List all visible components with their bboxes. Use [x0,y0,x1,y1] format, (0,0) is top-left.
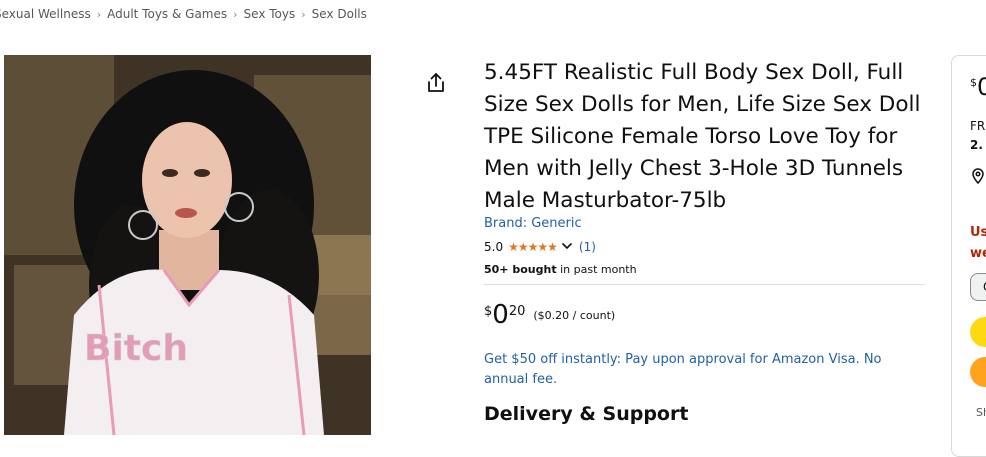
price-whole: 0 [492,300,509,330]
breadcrumb-sex-toys[interactable]: Sex Toys [244,7,296,21]
free-delivery-text: FR [970,119,986,133]
delivery-support-heading: Delivery & Support [484,403,689,425]
rating-value: 5.0 [484,240,504,254]
product-photo: Bitch [4,55,371,435]
usually-ships-line-1: Us [970,225,986,240]
buybox-price-whole: 0 [977,74,986,100]
buybox-price: $ 0 [970,74,986,100]
delivery-date-text: 2. [970,138,983,152]
product-title: 5.45FT Realistic Full Body Sex Doll, Ful… [484,60,921,213]
bought-in-past-month: 50+ bought in past month [484,263,637,276]
unit-price: ($0.20 / count) [533,309,616,322]
product-image[interactable]: Bitch [4,55,371,435]
bought-period: in past month [556,263,637,276]
ships-from-label: Sh [976,406,986,419]
breadcrumb-separator: › [96,8,102,21]
divider [484,284,925,285]
usually-ships-line-2: we [970,246,986,261]
buy-box: $ 0 FR 2. Us we Q Sh [951,55,986,457]
add-to-cart-button[interactable] [970,317,986,347]
price: $ 0 20 ($0.20 / count) [484,300,615,330]
shirt-text: Bitch [84,328,188,369]
rating-count-link[interactable]: (1) [579,240,596,254]
visa-promo-link[interactable]: Get $50 off instantly: Pay upon approval… [484,350,929,390]
breadcrumb: Sexual Wellness › Adult Toys & Games › Sex T… [0,7,367,21]
rating-row: 5.0 ★★★★★ (1) [484,240,596,254]
share-icon[interactable] [424,71,448,95]
price-fraction: 20 [508,304,526,319]
breadcrumb-sexual-wellness[interactable]: Sexual Wellness [0,7,91,21]
buy-now-button[interactable] [970,357,986,387]
location-pin-icon[interactable] [970,168,986,185]
price-symbol: $ [484,304,493,319]
breadcrumb-separator: › [233,8,238,21]
star-rating-icon[interactable]: ★★★★★ [508,240,558,254]
quantity-select[interactable]: Q [970,273,986,301]
breadcrumb-sex-dolls[interactable]: Sex Dolls [312,7,367,21]
bought-count: 50+ bought [484,263,557,276]
usually-ships-text: Us we [970,222,986,264]
buybox-price-symbol: $ [970,76,977,89]
chevron-down-icon[interactable] [561,240,573,254]
breadcrumb-separator: › [301,8,306,21]
breadcrumb-adult-toys-games[interactable]: Adult Toys & Games [107,7,227,21]
brand-link[interactable]: Brand: Generic [484,216,582,231]
